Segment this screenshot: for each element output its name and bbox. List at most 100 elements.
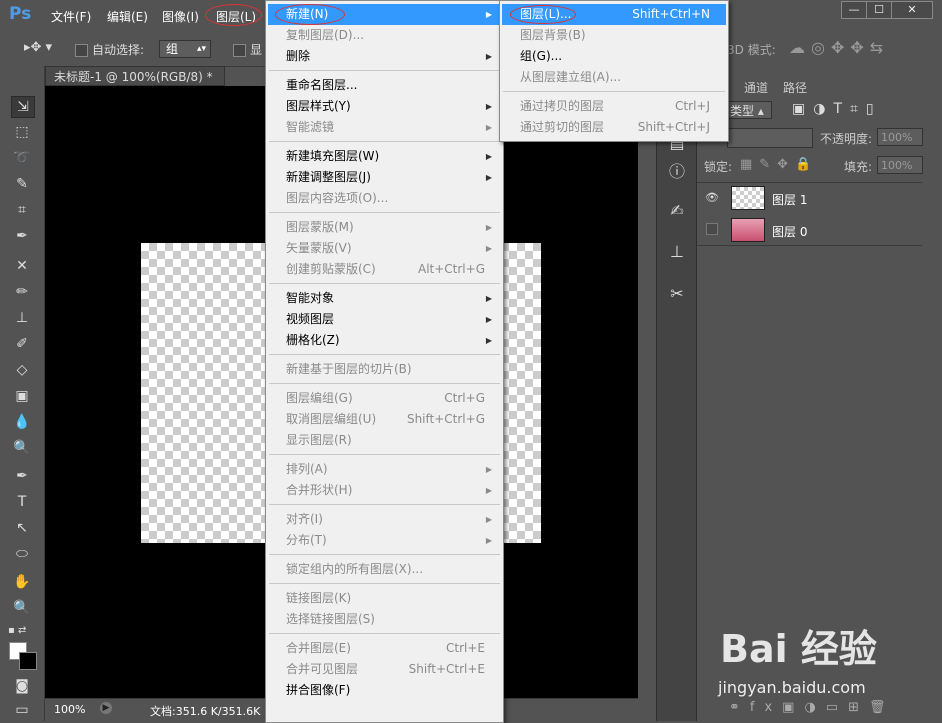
menu-separator xyxy=(269,212,500,213)
brushes-icon[interactable]: ✍ xyxy=(667,201,687,221)
tool-presets-icon[interactable]: ✂ xyxy=(667,284,687,304)
new-submenu-item-3[interactable]: 从图层建立组(A)... xyxy=(520,67,726,88)
eye-icon[interactable]: 👁 xyxy=(705,191,719,204)
layer-menu-item-24[interactable]: 显示图层(R) xyxy=(286,430,501,451)
move-tool-icon[interactable]: ▸✥ ▾ xyxy=(24,40,52,55)
layer-menu-item-23[interactable]: 取消图层编组(U) Shift+Ctrl+G xyxy=(286,409,501,430)
lock-icons[interactable]: ▦✎✥🔒 xyxy=(740,157,818,172)
layer-menu-item-38[interactable]: 合并可见图层 Shift+Ctrl+E xyxy=(286,659,501,680)
layer-menu-item-27[interactable]: 合并形状(H) ▶ xyxy=(286,480,501,501)
zoom-tool-icon[interactable]: 🔍 xyxy=(11,598,33,618)
opacity-field[interactable]: 100% xyxy=(877,128,923,146)
menu-item-label: 锁定组内的所有图层(X)... xyxy=(286,562,424,576)
new-submenu-item-2[interactable]: 组(G)... xyxy=(520,46,726,67)
new-submenu-item-6[interactable]: 通过剪切的图层 Shift+Ctrl+J xyxy=(520,117,726,138)
3d-mode-icons[interactable]: ☁◎✥✥⇆ xyxy=(789,38,889,57)
menu-image[interactable]: 图像(I) xyxy=(162,8,199,25)
layer-menu-item-18[interactable]: 栅格化(Z) ▶ xyxy=(286,330,501,351)
healing-tool-icon[interactable]: ✕ xyxy=(11,256,33,276)
layer-menu-item-26[interactable]: 排列(A) ▶ xyxy=(286,459,501,480)
pen-tool-icon[interactable]: ✒ xyxy=(11,466,33,486)
filter-icons[interactable]: ▣◑T⌗▯ xyxy=(792,101,882,117)
layer-menu-item-10[interactable]: 图层内容选项(O)... xyxy=(286,188,501,209)
auto-select-value: 组 xyxy=(166,42,179,56)
lasso-tool-icon[interactable]: ➰ xyxy=(11,148,33,168)
visibility-toggle[interactable] xyxy=(706,223,718,235)
layer-menu-item-39[interactable]: 拼合图像(F) xyxy=(286,680,501,701)
blur-tool-icon[interactable]: 💧 xyxy=(11,412,33,432)
ellipse-tool-icon[interactable]: ⬭ xyxy=(11,544,33,564)
new-submenu-item-1[interactable]: 图层背景(B) xyxy=(520,25,726,46)
stamp-tool-icon[interactable]: ⊥ xyxy=(11,308,33,328)
marquee-tool-icon[interactable]: ⬚ xyxy=(11,122,33,142)
fill-field[interactable]: 100% xyxy=(877,156,923,174)
layer-menu-item-13[interactable]: 矢量蒙版(V) ▶ xyxy=(286,238,501,259)
layer-menu-item-5[interactable]: 图层样式(Y) ▶ xyxy=(286,96,501,117)
layer-menu-item-30[interactable]: 分布(T) ▶ xyxy=(286,530,501,551)
layer-menu-item-32[interactable]: 锁定组内的所有图层(X)... xyxy=(286,559,501,580)
dodge-tool-icon[interactable]: 🔍 xyxy=(11,438,33,458)
layer-menu-item-1[interactable]: 复制图层(D)... xyxy=(286,25,501,46)
menu-edit[interactable]: 编辑(E) xyxy=(107,8,148,25)
eyedropper-tool-icon[interactable]: ✒ xyxy=(11,226,33,246)
status-info-icon[interactable]: ▶ xyxy=(100,702,112,714)
screen-mode-icon[interactable]: ▭ xyxy=(11,700,33,720)
zoom-level[interactable]: 100% xyxy=(54,703,85,716)
minimize-button[interactable]: — xyxy=(841,1,867,19)
quick-mask-icon[interactable]: ◙ xyxy=(11,676,33,696)
menu-file[interactable]: 文件(F) xyxy=(51,8,91,25)
layer-menu-item-37[interactable]: 合并图层(E) Ctrl+E xyxy=(286,638,501,659)
layer-name[interactable]: 图层 0 xyxy=(772,223,807,240)
gradient-tool-icon[interactable]: ▣ xyxy=(11,386,33,406)
quick-select-tool-icon[interactable]: ✎ xyxy=(11,174,33,194)
submenu-arrow-icon: ▶ xyxy=(485,102,492,111)
history-brush-tool-icon[interactable]: ✐ xyxy=(11,334,33,354)
brush-tool-icon[interactable]: ✏ xyxy=(11,282,33,302)
layer-menu-item-12[interactable]: 图层蒙版(M) ▶ xyxy=(286,217,501,238)
layer-menu-item-35[interactable]: 选择链接图层(S) xyxy=(286,609,501,630)
new-submenu-item-5[interactable]: 通过拷贝的图层 Ctrl+J xyxy=(520,96,726,117)
blend-mode-dropdown[interactable] xyxy=(727,128,813,148)
menu-item-label: 拼合图像(F) xyxy=(286,683,351,697)
menu-item-label: 合并可见图层 xyxy=(286,662,359,676)
document-title: 未标题-1 @ 100%(RGB/8) * xyxy=(54,70,213,84)
background-color[interactable] xyxy=(19,652,37,670)
tab-channels[interactable]: 通道 xyxy=(744,79,768,95)
layer-menu-item-2[interactable]: 删除 ▶ xyxy=(286,46,501,67)
info-icon[interactable]: ⓘ xyxy=(667,162,687,182)
auto-select-checkbox[interactable] xyxy=(75,44,88,57)
layer-menu-item-20[interactable]: 新建基于图层的切片(B) xyxy=(286,359,501,380)
layer-menu-item-34[interactable]: 链接图层(K) xyxy=(286,588,501,609)
close-button[interactable]: ✕ xyxy=(891,1,933,19)
layer-menu-item-22[interactable]: 图层编组(G) Ctrl+G xyxy=(286,388,501,409)
photoshop-logo: Ps xyxy=(9,4,32,24)
show-transform-checkbox[interactable] xyxy=(233,44,246,57)
layer-menu-item-16[interactable]: 智能对象 ▶ xyxy=(286,288,501,309)
layer-menu-item-29[interactable]: 对齐(I) ▶ xyxy=(286,509,501,530)
eraser-tool-icon[interactable]: ◇ xyxy=(11,360,33,380)
layer-footer-icons[interactable]: ⚭fx▣◑▭⊞🗑 xyxy=(729,700,895,715)
swap-colors-icon[interactable]: ▪ ⇄ xyxy=(8,625,26,636)
auto-select-dropdown[interactable]: 组 ▴▾ xyxy=(159,40,211,58)
layer-menu-item-14[interactable]: 创建剪贴蒙版(C) Alt+Ctrl+G xyxy=(286,259,501,280)
layer-name[interactable]: 图层 1 xyxy=(772,191,807,208)
document-tab[interactable]: 未标题-1 @ 100%(RGB/8) * × xyxy=(45,66,225,104)
path-select-tool-icon[interactable]: ↖ xyxy=(11,518,33,538)
hand-tool-icon[interactable]: ✋ xyxy=(11,572,33,592)
crop-tool-icon[interactable]: ⌗ xyxy=(11,200,33,220)
layer-filter-dropdown[interactable]: 类型 ▴ xyxy=(727,101,772,119)
menu-item-label: 合并图层(E) xyxy=(286,641,351,655)
layer-menu-item-4[interactable]: 重命名图层... xyxy=(286,75,501,96)
maximize-button[interactable]: ☐ xyxy=(866,1,892,19)
move-tool-icon[interactable]: ⇲ xyxy=(11,96,35,118)
menu-item-label: 显示图层(R) xyxy=(286,433,352,447)
layer-menu-item-9[interactable]: 新建调整图层(J) ▶ xyxy=(286,167,501,188)
clone-source-icon[interactable]: ⊥ xyxy=(667,242,687,262)
tab-paths[interactable]: 路径 xyxy=(783,79,807,95)
type-tool-icon[interactable]: T xyxy=(11,492,33,512)
menu-item-label: 智能滤镜 xyxy=(286,120,335,134)
layer-menu-item-8[interactable]: 新建填充图层(W) ▶ xyxy=(286,146,501,167)
menu-separator xyxy=(269,554,500,555)
layer-menu-item-17[interactable]: 视频图层 ▶ xyxy=(286,309,501,330)
layer-menu-item-6[interactable]: 智能滤镜 ▶ xyxy=(286,117,501,138)
